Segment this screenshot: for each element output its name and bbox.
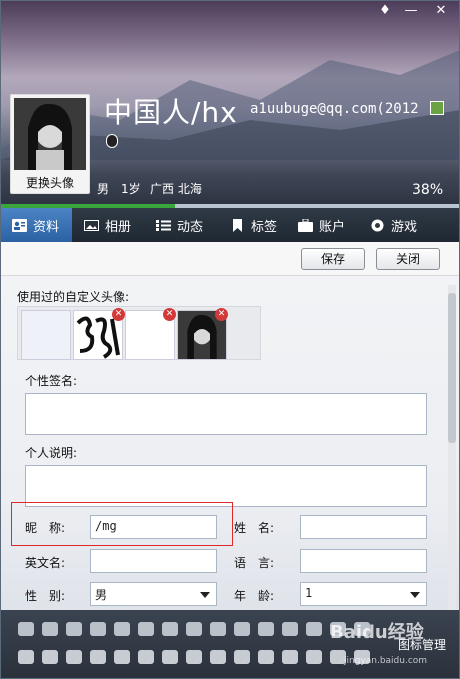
save-button[interactable]: 保存 bbox=[301, 248, 365, 270]
status-service-icon[interactable] bbox=[66, 622, 82, 636]
status-service-icon[interactable] bbox=[42, 650, 58, 664]
signature-label: 个性签名: bbox=[25, 374, 78, 388]
nickname-title: 中国人/hx bbox=[104, 96, 238, 129]
age-select[interactable]: 1 bbox=[300, 582, 427, 606]
status-service-icon[interactable] bbox=[258, 650, 274, 664]
gender-select-value: 男 bbox=[95, 588, 108, 602]
age-select-value: 1 bbox=[305, 586, 313, 600]
action-bar: 保存 关闭 bbox=[1, 242, 459, 276]
change-avatar-label[interactable]: 更换头像 bbox=[11, 174, 89, 191]
tag-icon bbox=[230, 218, 245, 232]
account-icon bbox=[298, 218, 313, 232]
status-service-icon[interactable] bbox=[18, 622, 34, 636]
tab-label: 账户 bbox=[319, 219, 346, 235]
avatar bbox=[14, 98, 86, 170]
description-field[interactable] bbox=[25, 465, 427, 507]
english-name-field[interactable] bbox=[90, 549, 217, 573]
surname-label: 姓 名: bbox=[234, 521, 275, 535]
gender-select[interactable]: 男 bbox=[90, 582, 217, 606]
status-service-icon[interactable] bbox=[210, 622, 226, 636]
status-service-icon[interactable] bbox=[306, 650, 322, 664]
status-service-icon[interactable] bbox=[162, 650, 178, 664]
status-service-icon[interactable] bbox=[258, 622, 274, 636]
status-service-icon[interactable] bbox=[138, 622, 154, 636]
tab-bar: 资料 相册 动态 标签 账户 游戏 bbox=[0, 208, 460, 242]
gender-text: 男 bbox=[97, 182, 110, 196]
feed-icon bbox=[156, 219, 171, 232]
close-button[interactable]: 关闭 bbox=[376, 248, 440, 270]
avatar-frame[interactable]: 更换头像 bbox=[10, 94, 90, 194]
custom-avatars-label: 使用过的自定义头像: bbox=[17, 290, 130, 304]
status-service-icon[interactable] bbox=[186, 622, 202, 636]
tab-label: 标签 bbox=[251, 219, 278, 235]
status-service-icon[interactable] bbox=[210, 650, 226, 664]
game-icon bbox=[370, 219, 385, 232]
status-service-icon[interactable] bbox=[282, 622, 298, 636]
chevron-down-icon bbox=[200, 592, 210, 598]
tab-label: 动态 bbox=[177, 219, 204, 235]
status-service-icon[interactable] bbox=[90, 650, 106, 664]
age-label: 年 龄: bbox=[234, 589, 275, 603]
status-service-icon[interactable] bbox=[186, 650, 202, 664]
status-service-icon[interactable] bbox=[162, 622, 178, 636]
tab-label: 相册 bbox=[105, 219, 132, 235]
tab-games[interactable]: 游戏 bbox=[370, 208, 417, 242]
remove-avatar-icon[interactable]: ✕ bbox=[163, 308, 176, 321]
profile-icon bbox=[12, 218, 27, 232]
icon-manager-link[interactable]: 图标管理 bbox=[398, 636, 446, 653]
status-service-icon[interactable] bbox=[114, 622, 130, 636]
location-text: 广西 北海 bbox=[150, 182, 202, 196]
remove-avatar-icon[interactable]: ✕ bbox=[112, 308, 125, 321]
language-field[interactable] bbox=[300, 549, 427, 573]
scrollbar-thumb[interactable] bbox=[448, 293, 456, 443]
tab-label: 资料 bbox=[33, 219, 60, 235]
qq-penguin-icon bbox=[106, 134, 118, 148]
watermark-url: jingyan.baidu.com bbox=[344, 656, 428, 666]
status-service-icon[interactable] bbox=[90, 622, 106, 636]
status-service-icon[interactable] bbox=[282, 650, 298, 664]
custom-avatar-item[interactable] bbox=[21, 310, 71, 360]
profile-form-panel: 保存 关闭 使用过的自定义头像: ✕ ✕ ✕ 个性签名: 个人说明: 昵 称: … bbox=[0, 242, 460, 610]
tab-label: 游戏 bbox=[391, 219, 418, 235]
tab-tags[interactable]: 标签 bbox=[230, 208, 277, 242]
remove-avatar-icon[interactable]: ✕ bbox=[215, 308, 228, 321]
language-label: 语 言: bbox=[234, 556, 275, 570]
english-name-label: 英文名: bbox=[25, 556, 66, 570]
chevron-down-icon bbox=[410, 592, 420, 598]
scrollbar[interactable] bbox=[448, 285, 456, 615]
description-label: 个人说明: bbox=[25, 446, 78, 460]
surname-field[interactable] bbox=[300, 515, 427, 539]
status-service-icon[interactable] bbox=[306, 622, 322, 636]
email-icon[interactable] bbox=[430, 101, 444, 115]
gender-label: 性 别: bbox=[25, 589, 66, 603]
tab-account[interactable]: 账户 bbox=[298, 208, 345, 242]
status-service-icon[interactable] bbox=[138, 650, 154, 664]
tab-album[interactable]: 相册 bbox=[84, 208, 131, 242]
status-service-icon[interactable] bbox=[18, 650, 34, 664]
tab-feed[interactable]: 动态 bbox=[156, 208, 203, 242]
status-service-icon[interactable] bbox=[66, 650, 82, 664]
tab-profile[interactable]: 资料 bbox=[0, 208, 72, 242]
status-service-icon[interactable] bbox=[42, 622, 58, 636]
age-text: 1岁 bbox=[121, 182, 141, 196]
status-service-icon[interactable] bbox=[114, 650, 130, 664]
completion-percent: 38% bbox=[412, 182, 444, 198]
email-text: a1uubuge@qq.com(2012 bbox=[250, 101, 419, 117]
signature-field[interactable] bbox=[25, 393, 427, 435]
status-service-icon[interactable] bbox=[234, 622, 250, 636]
close-icon[interactable]: ✕ bbox=[428, 2, 454, 20]
custom-avatar-list: ✕ ✕ ✕ bbox=[17, 306, 261, 360]
status-service-icon[interactable] bbox=[234, 650, 250, 664]
album-icon bbox=[84, 219, 99, 232]
highlight-box bbox=[11, 502, 233, 546]
minimize-icon[interactable]: — bbox=[398, 2, 424, 20]
skin-icon[interactable]: ♦ bbox=[372, 2, 398, 20]
